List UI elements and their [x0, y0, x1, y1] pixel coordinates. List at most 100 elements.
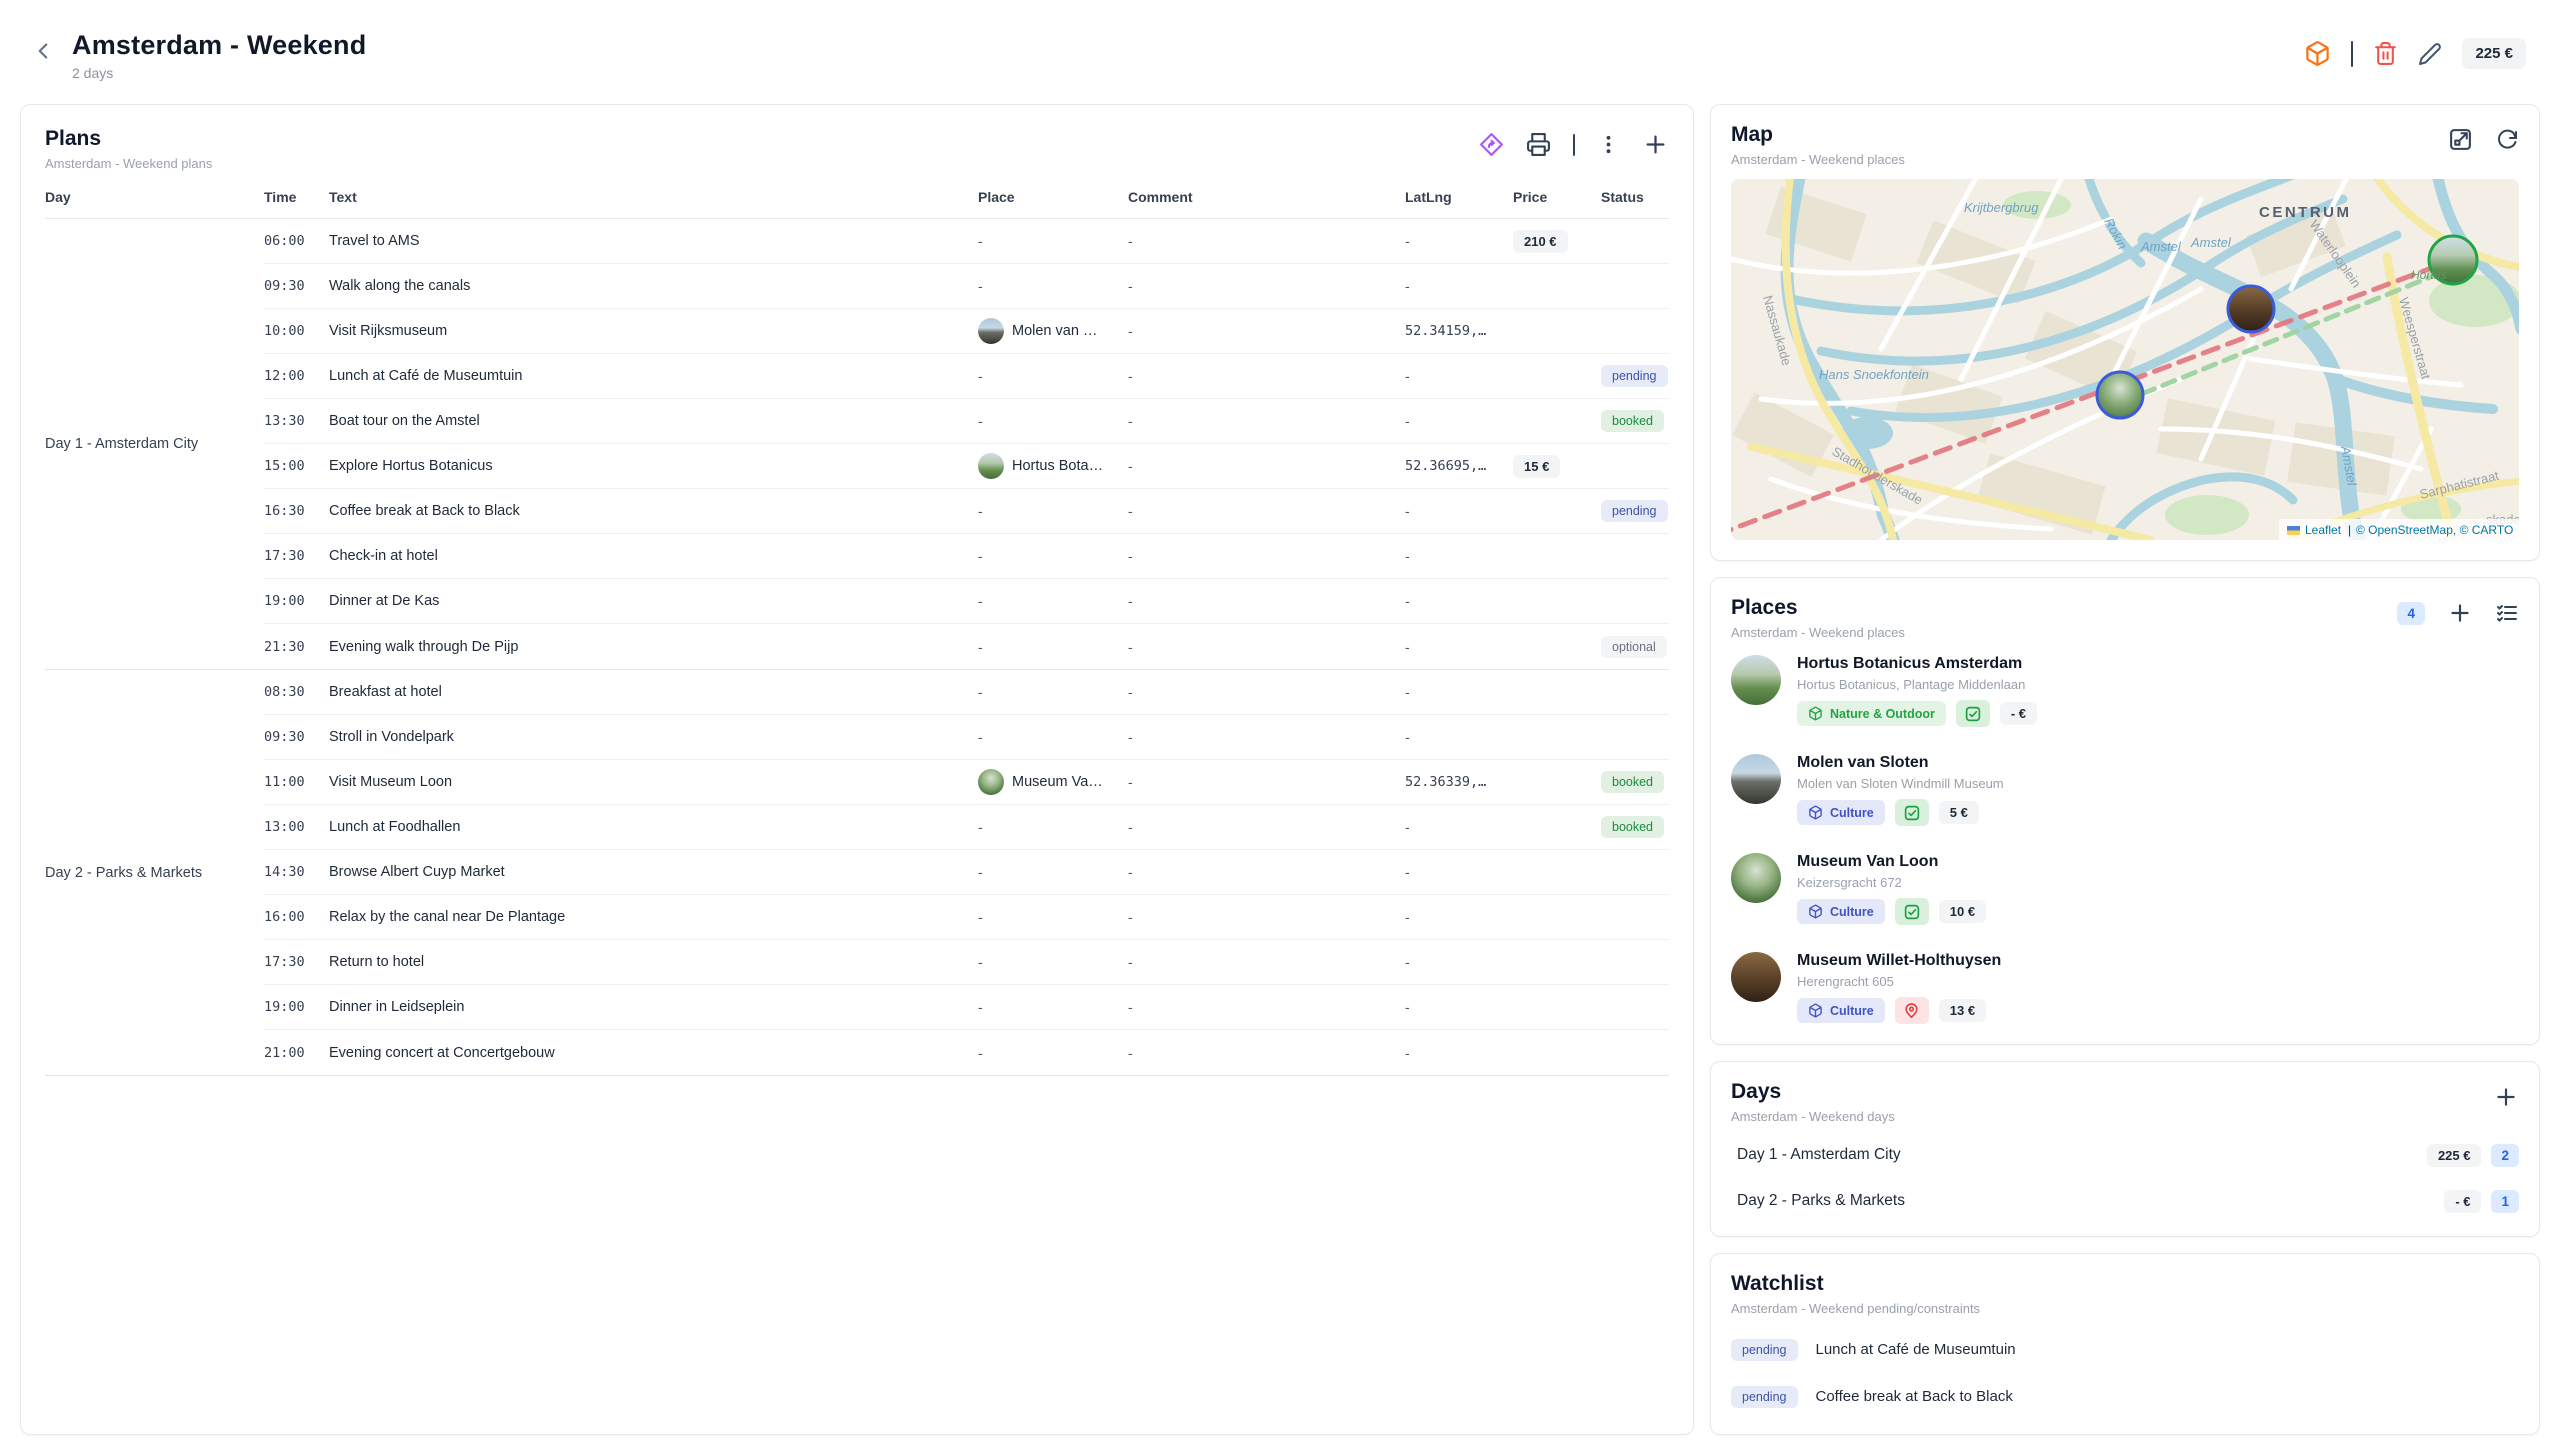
plan-row[interactable]: 19:00Dinner at De Kas---	[264, 579, 1669, 624]
plan-comment: -	[1128, 909, 1405, 925]
place-avatar	[978, 453, 1004, 479]
status-badge: booked	[1601, 410, 1664, 432]
svg-text:CENTRUM: CENTRUM	[2259, 204, 2352, 221]
place-subtitle: Herengracht 605	[1797, 974, 2001, 989]
plan-row[interactable]: 16:00Relax by the canal near De Plantage…	[264, 895, 1669, 940]
location-pin-icon[interactable]	[1895, 997, 1929, 1024]
watchlist-text: Coffee break at Back to Black	[1816, 1388, 2013, 1405]
plan-row[interactable]: 17:30Check-in at hotel---	[264, 534, 1669, 579]
visited-check-icon[interactable]	[1895, 799, 1929, 826]
watchlist-text: Lunch at Café de Museumtuin	[1816, 1341, 2016, 1358]
route-share-icon[interactable]	[1479, 132, 1504, 157]
plan-status: booked	[1601, 816, 1669, 838]
place-item[interactable]: Hortus Botanicus AmsterdamHortus Botanic…	[1731, 640, 2519, 739]
plan-place: Molen van …	[978, 318, 1128, 344]
plan-place: -	[978, 639, 1128, 655]
divider	[2351, 41, 2353, 67]
map-marker-van-loon[interactable]	[2097, 372, 2143, 418]
plan-time: 17:30	[264, 548, 329, 564]
list-checks-icon[interactable]	[2495, 601, 2519, 625]
day-count-badge: 1	[2491, 1190, 2519, 1213]
pending-badge: pending	[1731, 1386, 1798, 1408]
plan-row[interactable]: 13:30Boat tour on the Amstel---booked	[264, 399, 1669, 444]
plan-price: 15 €	[1513, 455, 1601, 478]
plus-icon[interactable]	[1642, 131, 1669, 158]
plan-row[interactable]: 12:00Lunch at Café de Museumtuin---pendi…	[264, 354, 1669, 399]
svg-text:Leaflet: Leaflet	[2305, 523, 2342, 537]
plan-row[interactable]: 06:00Travel to AMS---210 €	[264, 219, 1669, 264]
plan-row[interactable]: 11:00Visit Museum LoonMuseum Va…-52.3633…	[264, 760, 1669, 805]
plan-latlng: -	[1405, 413, 1513, 429]
plan-text: Browse Albert Cuyp Market	[329, 864, 978, 880]
day-list-item[interactable]: Day 1 - Amsterdam City 225 €2	[1731, 1132, 2519, 1178]
kebab-menu-icon[interactable]	[1597, 133, 1620, 156]
place-item[interactable]: Molen van SlotenMolen van Sloten Windmil…	[1731, 739, 2519, 838]
plan-place: -	[978, 413, 1128, 429]
plan-place: -	[978, 233, 1128, 249]
day-badges: 225 €2	[2427, 1144, 2519, 1167]
plan-row[interactable]: 15:00Explore Hortus BotanicusHortus Bota…	[264, 444, 1669, 489]
plan-comment: -	[1128, 819, 1405, 835]
plan-text: Explore Hortus Botanicus	[329, 458, 978, 474]
plan-comment: -	[1128, 1045, 1405, 1061]
plan-place: -	[978, 368, 1128, 384]
back-button[interactable]	[30, 38, 56, 64]
plan-row[interactable]: 09:30Stroll in Vondelpark---	[264, 715, 1669, 760]
package-icon[interactable]	[2304, 40, 2331, 67]
place-item[interactable]: Museum Van LoonKeizersgracht 672Culture1…	[1731, 838, 2519, 937]
visited-check-icon[interactable]	[1895, 898, 1929, 925]
plan-text: Stroll in Vondelpark	[329, 729, 978, 745]
plan-row[interactable]: 08:30Breakfast at hotel---	[264, 670, 1669, 715]
plan-row[interactable]: 10:00Visit RijksmuseumMolen van …-52.341…	[264, 309, 1669, 354]
plan-place: -	[978, 1045, 1128, 1061]
plan-time: 06:00	[264, 233, 329, 249]
day-group-label: Day 2 - Parks & Markets	[45, 670, 264, 1075]
plan-price: 210 €	[1513, 230, 1601, 253]
plan-time: 15:00	[264, 458, 329, 474]
day-list-item[interactable]: Day 2 - Parks & Markets- €1	[1731, 1178, 2519, 1224]
plan-time: 21:00	[264, 1045, 329, 1061]
plan-text: Breakfast at hotel	[329, 684, 978, 700]
plan-text: Lunch at Café de Museumtuin	[329, 368, 978, 384]
expand-icon[interactable]	[2448, 127, 2473, 152]
plan-place-empty: -	[978, 864, 983, 880]
plan-comment: -	[1128, 999, 1405, 1015]
refresh-icon[interactable]	[2495, 128, 2519, 152]
plan-row[interactable]: 21:00Evening concert at Concertgebouw---	[264, 1030, 1669, 1075]
plan-row[interactable]: 14:30Browse Albert Cuyp Market---	[264, 850, 1669, 895]
plan-row[interactable]: 13:00Lunch at Foodhallen---booked	[264, 805, 1669, 850]
svg-text:Krijtbergbrug: Krijtbergbrug	[1964, 200, 2039, 215]
map-marker-willet-holthuysen[interactable]	[2228, 286, 2274, 332]
plan-row[interactable]: 09:30Walk along the canals---	[264, 264, 1669, 309]
visited-check-icon[interactable]	[1956, 700, 1990, 727]
place-info: Museum Willet-HolthuysenHerengracht 605C…	[1797, 952, 2001, 1024]
plan-row[interactable]: 16:30Coffee break at Back to Black---pen…	[264, 489, 1669, 534]
plan-latlng: -	[1405, 909, 1513, 925]
day-name: Day 1 - Amsterdam City	[1731, 1146, 1901, 1164]
map-canvas[interactable]: Krijtbergbrug Rokin Amstel Amstel CENTRU…	[1731, 179, 2519, 540]
day-group: Day 1 - Amsterdam City06:00Travel to AMS…	[45, 219, 1669, 670]
watchlist-item[interactable]: pendingLunch at Café de Museumtuin	[1731, 1326, 2519, 1373]
printer-icon[interactable]	[1526, 132, 1551, 157]
plan-text: Return to hotel	[329, 954, 978, 970]
plan-place: -	[978, 909, 1128, 925]
watchlist-list: pendingLunch at Café de Museumtuinpendin…	[1731, 1326, 2519, 1420]
trash-icon[interactable]	[2373, 41, 2398, 66]
place-item[interactable]: Museum Willet-HolthuysenHerengracht 605C…	[1731, 937, 2519, 1036]
plan-text: Travel to AMS	[329, 233, 978, 249]
place-price-badge: 10 €	[1939, 900, 1986, 923]
plan-time: 21:30	[264, 639, 329, 655]
edit-icon[interactable]	[2418, 42, 2442, 66]
plan-row[interactable]: 17:30Return to hotel---	[264, 940, 1669, 985]
watchlist-item[interactable]: pending Coffee break at Back to Black	[1731, 1373, 2519, 1420]
plus-icon[interactable]	[2447, 600, 2473, 626]
map-attribution[interactable]: Leaflet | © OpenStreetMap, © CARTO	[2279, 519, 2519, 540]
plan-row[interactable]: 21:30Evening walk through De Pijp---opti…	[264, 624, 1669, 669]
plan-comment: -	[1128, 323, 1405, 339]
place-avatar	[1731, 952, 1781, 1002]
plan-place-empty: -	[978, 729, 983, 745]
svg-text:|: |	[2348, 523, 2351, 537]
plan-row[interactable]: 19:00Dinner in Leidseplein---	[264, 985, 1669, 1030]
place-badges: Nature & Outdoor- €	[1797, 700, 2037, 727]
plus-icon[interactable]	[2493, 1084, 2519, 1110]
